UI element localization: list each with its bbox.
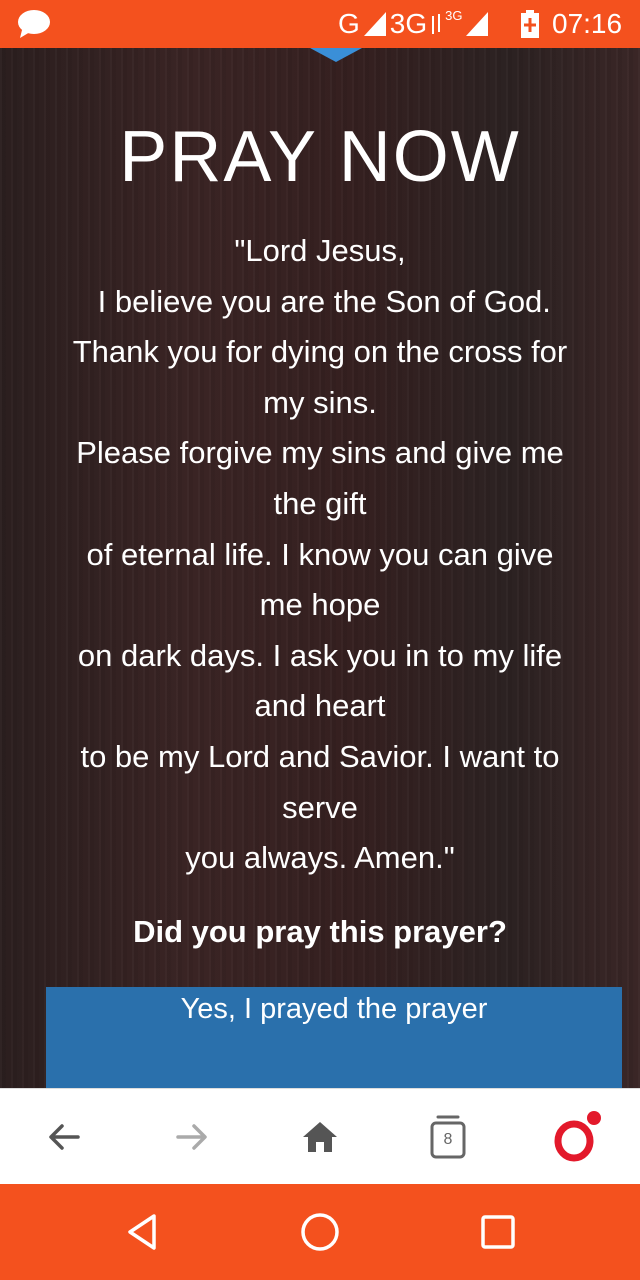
prayer-line: the gift: [273, 485, 367, 521]
home-button[interactable]: [292, 1109, 348, 1165]
network-g-label: G: [338, 8, 360, 39]
back-arrow-icon: [49, 1124, 80, 1150]
prayer-line: "Lord Jesus,: [234, 233, 406, 268]
prayer-line: Thank you for dying on the cross for: [72, 334, 568, 370]
status-bar: G 3G 3G 07:16: [0, 0, 640, 48]
circle-home-icon: [301, 1213, 339, 1251]
square-recents-icon: [481, 1215, 515, 1249]
prayer-line: I believe you are the Son of God.: [89, 283, 551, 319]
tabs-button[interactable]: 8: [420, 1109, 476, 1165]
tabs-count: 8: [443, 1131, 453, 1148]
prayer-line: my sins.: [263, 384, 377, 420]
web-page[interactable]: PRAY NOW "Lord Jesus, I believe you are …: [0, 48, 640, 1088]
triangle-back-icon: [128, 1214, 156, 1250]
prayer-line: you always. Amen.": [185, 840, 455, 876]
nav-recents-button[interactable]: [472, 1206, 524, 1258]
network-status: G 3G 3G: [338, 6, 489, 42]
forward-button[interactable]: [164, 1109, 220, 1165]
nav-home-button[interactable]: [294, 1206, 346, 1258]
prayer-line: to be my Lord and Savior. I want to: [80, 738, 560, 774]
signal-icon: [466, 12, 489, 36]
network-3g-label: 3G: [389, 8, 428, 39]
prayer-text: "Lord Jesus, I believe you are the Son o…: [40, 226, 600, 884]
battery-charging-icon: [521, 10, 539, 38]
opera-icon: [554, 1111, 601, 1162]
data-arrows-icon: [432, 14, 441, 34]
back-button[interactable]: [36, 1109, 92, 1165]
page-notch: [310, 48, 362, 62]
prayer-line: me hope: [259, 587, 381, 623]
network-3g-small-label: 3G: [445, 8, 463, 23]
prayer-line: Please forgive my sins and give me: [76, 435, 564, 471]
browser-toolbar: 8: [0, 1088, 640, 1185]
nav-back-button[interactable]: [116, 1206, 168, 1258]
forward-arrow-icon: [176, 1124, 207, 1150]
page-title: PRAY NOW: [119, 117, 521, 197]
prayer-line: and heart: [254, 688, 386, 724]
home-icon: [303, 1122, 337, 1152]
prayer-question: Did you pray this prayer?: [133, 914, 507, 949]
chat-bubble-icon: [18, 10, 50, 38]
prayer-line: serve: [282, 789, 358, 825]
status-clock: 07:16: [552, 8, 623, 39]
opera-menu-button[interactable]: [548, 1109, 604, 1165]
yes-prayed-button[interactable]: Yes, I prayed the prayer: [46, 987, 622, 1088]
system-nav-bar: [0, 1184, 640, 1280]
prayer-line: on dark days. I ask you in to my life: [77, 637, 563, 673]
prayer-line: of eternal life. I know you can give: [86, 536, 554, 572]
signal-icon: [363, 12, 386, 36]
